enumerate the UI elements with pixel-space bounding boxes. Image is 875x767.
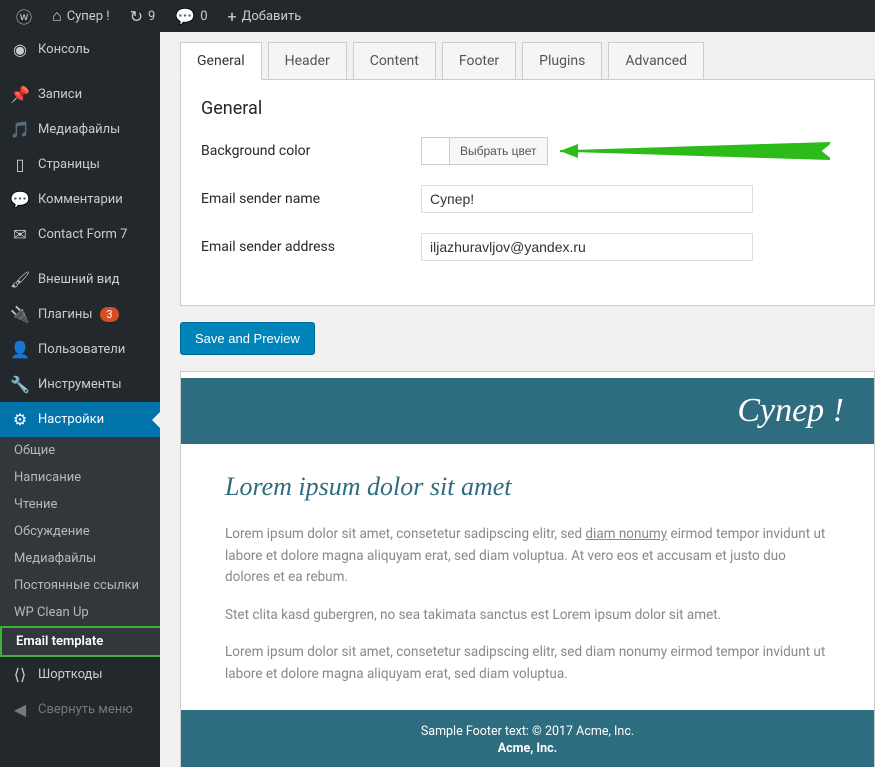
sender-name-input[interactable] <box>421 185 753 213</box>
preview-header: Супер ! <box>181 378 874 444</box>
bg-color-picker[interactable]: Выбрать цвет <box>421 137 548 165</box>
sidebar-item-tools[interactable]: 🔧Инструменты <box>0 367 160 402</box>
preview-paragraph-2: Stet clita kasd gubergren, no sea takima… <box>225 605 830 627</box>
tab-plugins[interactable]: Plugins <box>522 42 602 80</box>
email-template-highlight: Email template <box>0 626 160 657</box>
color-swatch[interactable] <box>422 138 450 164</box>
sender-name-label: Email sender name <box>201 191 421 207</box>
collapse-icon: ◀ <box>10 700 30 719</box>
comment-icon: 💬 <box>10 190 30 209</box>
tab-content[interactable]: Content <box>353 42 436 80</box>
arrow-annotation <box>560 139 830 163</box>
mail-icon: ✉ <box>10 225 30 244</box>
choose-color-button[interactable]: Выбрать цвет <box>450 138 547 164</box>
brush-icon: 🖌 <box>10 270 30 289</box>
panel-heading: General <box>201 98 854 119</box>
refresh-icon: ↻ <box>130 7 143 26</box>
user-icon: 👤 <box>10 340 30 359</box>
tab-general[interactable]: General <box>180 42 262 80</box>
comments-link[interactable]: 💬0 <box>167 0 215 32</box>
general-panel: General Background color Выбрать цвет Em… <box>180 79 875 306</box>
preview-brand: Супер ! <box>737 392 844 429</box>
dashboard-icon: ◉ <box>10 40 30 59</box>
tool-icon: 🔧 <box>10 375 30 394</box>
comments-count: 0 <box>200 9 207 24</box>
sender-addr-label: Email sender address <box>201 239 421 255</box>
wordpress-icon: ⓦ <box>16 4 32 28</box>
page-icon: ▯ <box>10 155 30 174</box>
sidebar-item-media[interactable]: 🎵Медиафайлы <box>0 112 160 147</box>
add-label: Добавить <box>242 9 302 24</box>
row-sender-addr: Email sender address <box>201 233 854 261</box>
submenu-permalinks[interactable]: Постоянные ссылки <box>0 572 160 599</box>
settings-icon: ⚙ <box>10 410 30 429</box>
sidebar-item-posts[interactable]: 📌Записи <box>0 77 160 112</box>
preview-paragraph-3: Lorem ipsum dolor sit amet, consetetur s… <box>225 642 830 685</box>
sidebar-item-shortcodes[interactable]: ⟨⟩Шорткоды <box>0 657 160 692</box>
pin-icon: 📌 <box>10 85 30 104</box>
plug-icon: 🔌 <box>10 305 30 324</box>
preview-paragraph-1: Lorem ipsum dolor sit amet, consetetur s… <box>225 524 830 589</box>
sidebar-item-appearance[interactable]: 🖌Внешний вид <box>0 262 160 297</box>
tab-footer[interactable]: Footer <box>442 42 516 80</box>
sidebar-item-pages[interactable]: ▯Страницы <box>0 147 160 182</box>
sidebar-item-settings[interactable]: ⚙Настройки <box>0 402 160 437</box>
admin-sidebar: ◉Консоль 📌Записи 🎵Медиафайлы ▯Страницы 💬… <box>0 32 160 767</box>
sidebar-item-dashboard[interactable]: ◉Консоль <box>0 32 160 67</box>
sidebar-item-plugins[interactable]: 🔌Плагины 3 <box>0 297 160 332</box>
sender-addr-input[interactable] <box>421 233 753 261</box>
sidebar-item-comments[interactable]: 💬Комментарии <box>0 182 160 217</box>
preview-body: Lorem ipsum dolor sit amet Lorem ipsum d… <box>181 444 874 710</box>
settings-tabs: General Header Content Footer Plugins Ad… <box>180 42 875 80</box>
submenu-wpcleanup[interactable]: WP Clean Up <box>0 599 160 626</box>
site-name: Супер ! <box>67 9 110 24</box>
wp-logo[interactable]: ⓦ <box>8 0 40 32</box>
add-new-link[interactable]: + Добавить <box>220 0 310 32</box>
admin-topbar: ⓦ ⌂Супер ! ↻9 💬0 +Добавить <box>0 0 875 32</box>
updates-link[interactable]: ↻9 <box>122 0 164 32</box>
save-preview-button[interactable]: Save and Preview <box>180 322 315 355</box>
media-icon: 🎵 <box>10 120 30 139</box>
updates-count: 9 <box>148 9 155 24</box>
site-name-link[interactable]: ⌂ Супер ! <box>44 0 118 32</box>
submenu-writing[interactable]: Написание <box>0 464 160 491</box>
submenu-general[interactable]: Общие <box>0 437 160 464</box>
submenu-media[interactable]: Медиафайлы <box>0 545 160 572</box>
sidebar-item-users[interactable]: 👤Пользователи <box>0 332 160 367</box>
main-content: General Header Content Footer Plugins Ad… <box>160 32 875 767</box>
submenu-reading[interactable]: Чтение <box>0 491 160 518</box>
submenu-discussion[interactable]: Обсуждение <box>0 518 160 545</box>
plugins-badge: 3 <box>100 307 118 322</box>
tab-header[interactable]: Header <box>268 42 347 80</box>
row-bg-color: Background color Выбрать цвет <box>201 137 854 165</box>
tab-advanced[interactable]: Advanced <box>608 42 704 80</box>
settings-submenu: Общие Написание Чтение Обсуждение Медиаф… <box>0 437 160 657</box>
bg-color-label: Background color <box>201 143 421 159</box>
collapse-menu[interactable]: ◀Свернуть меню <box>0 692 160 727</box>
submenu-email-template[interactable]: Email template <box>2 628 148 655</box>
email-preview: Супер ! Lorem ipsum dolor sit amet Lorem… <box>180 371 875 767</box>
preview-footer-line2: Acme, Inc. <box>181 741 874 756</box>
code-icon: ⟨⟩ <box>10 665 30 684</box>
row-sender-name: Email sender name <box>201 185 854 213</box>
plus-icon: + <box>228 7 237 26</box>
comment-icon: 💬 <box>175 7 195 26</box>
home-icon: ⌂ <box>52 6 62 26</box>
sidebar-item-cf7[interactable]: ✉Contact Form 7 <box>0 217 160 252</box>
preview-footer: Sample Footer text: © 2017 Acme, Inc. Ac… <box>181 710 874 767</box>
preview-title: Lorem ipsum dolor sit amet <box>225 472 830 502</box>
preview-footer-line1: Sample Footer text: © 2017 Acme, Inc. <box>181 724 874 739</box>
preview-link[interactable]: diam nonumy <box>585 526 667 542</box>
